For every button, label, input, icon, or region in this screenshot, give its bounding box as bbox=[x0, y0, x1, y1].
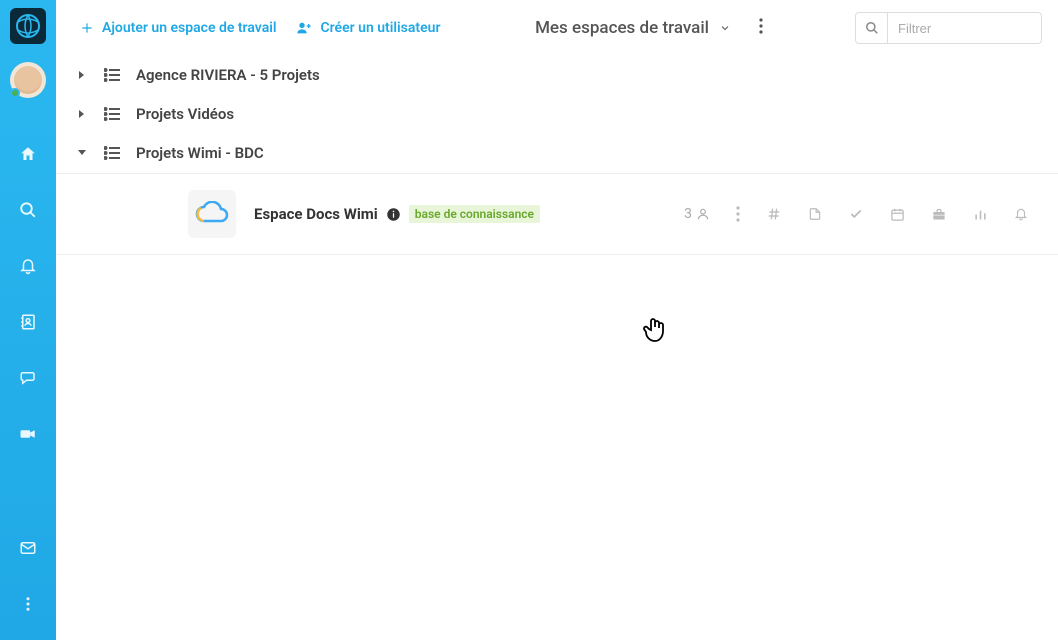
workspace-dropdown[interactable]: Mes espaces de travail bbox=[529, 14, 737, 42]
sidebar-home[interactable] bbox=[0, 126, 56, 182]
category-row[interactable]: Projets Wimi - BDC bbox=[56, 134, 1058, 173]
add-workspace-button[interactable]: Ajouter un espace de travail bbox=[76, 14, 280, 42]
workspace-more-button[interactable] bbox=[736, 206, 740, 222]
chat-icon bbox=[19, 369, 37, 387]
hand-cursor-icon bbox=[642, 316, 668, 348]
video-icon bbox=[19, 425, 37, 443]
app-logo[interactable] bbox=[10, 8, 46, 44]
list-icon bbox=[104, 68, 120, 82]
notifications-button[interactable] bbox=[1014, 206, 1028, 222]
globe-icon bbox=[14, 12, 42, 40]
category-title: Agence RIVIERA - 5 Projets bbox=[136, 66, 320, 84]
bell-icon bbox=[1014, 206, 1028, 222]
plus-icon bbox=[80, 21, 94, 35]
list-icon bbox=[104, 107, 120, 121]
bar-chart-icon bbox=[973, 207, 988, 222]
briefcase-button[interactable] bbox=[931, 207, 947, 222]
category-row[interactable]: Agence RIVIERA - 5 Projets bbox=[56, 56, 1058, 95]
category-title: Projets Wimi - BDC bbox=[136, 144, 264, 162]
bell-icon bbox=[19, 257, 37, 275]
topbar: Ajouter un espace de travail Créer un ut… bbox=[56, 0, 1058, 56]
kebab-icon bbox=[759, 18, 763, 34]
status-indicator bbox=[10, 88, 20, 98]
workspace-actions: 3 bbox=[684, 206, 1038, 222]
cloud-icon bbox=[193, 201, 231, 227]
sidebar-mail[interactable] bbox=[0, 520, 56, 576]
tasks-button[interactable] bbox=[848, 207, 864, 221]
caret-down-icon bbox=[76, 149, 88, 157]
documents-button[interactable] bbox=[808, 206, 822, 222]
workspace-thumbnail bbox=[188, 190, 236, 238]
add-workspace-label: Ajouter un espace de travail bbox=[102, 20, 276, 36]
workspace-list: Agence RIVIERA - 5 Projets Projets Vidéo… bbox=[56, 56, 1058, 640]
home-icon bbox=[19, 145, 37, 163]
check-icon bbox=[848, 207, 864, 221]
create-user-label: Créer un utilisateur bbox=[320, 20, 440, 36]
search-icon bbox=[19, 201, 37, 219]
kebab-icon bbox=[19, 595, 37, 613]
reports-button[interactable] bbox=[973, 207, 988, 222]
sidebar-notifications[interactable] bbox=[0, 238, 56, 294]
kebab-icon bbox=[736, 206, 740, 222]
caret-right-icon bbox=[76, 109, 88, 119]
sidebar-more[interactable] bbox=[0, 576, 56, 632]
user-avatar[interactable] bbox=[10, 62, 46, 98]
sidebar-search[interactable] bbox=[0, 182, 56, 238]
calendar-button[interactable] bbox=[890, 207, 905, 222]
workspace-dropdown-label: Mes espaces de travail bbox=[535, 18, 709, 38]
workspace-name: Espace Docs Wimi bbox=[254, 205, 378, 223]
workspace-row[interactable]: Espace Docs Wimi base de connaissance 3 bbox=[56, 173, 1058, 255]
search-input[interactable] bbox=[887, 12, 1042, 44]
search-button[interactable] bbox=[855, 12, 887, 44]
calendar-icon bbox=[890, 207, 905, 222]
hash-icon bbox=[766, 206, 782, 222]
channel-button[interactable] bbox=[766, 206, 782, 222]
create-user-button[interactable]: Créer un utilisateur bbox=[292, 14, 444, 42]
briefcase-icon bbox=[931, 207, 947, 222]
list-icon bbox=[104, 146, 120, 160]
sidebar-contacts[interactable] bbox=[0, 294, 56, 350]
sidebar-video[interactable] bbox=[0, 406, 56, 462]
category-title: Projets Vidéos bbox=[136, 105, 234, 123]
user-plus-icon bbox=[296, 20, 312, 36]
info-icon[interactable] bbox=[386, 207, 401, 222]
sidebar-chat[interactable] bbox=[0, 350, 56, 406]
file-icon bbox=[808, 206, 822, 222]
address-book-icon bbox=[19, 313, 37, 331]
topbar-more-button[interactable] bbox=[749, 12, 773, 44]
user-icon bbox=[696, 207, 710, 221]
member-count[interactable]: 3 bbox=[684, 206, 710, 222]
chevron-down-icon bbox=[719, 22, 731, 34]
caret-right-icon bbox=[76, 70, 88, 80]
workspace-tag: base de connaissance bbox=[409, 205, 540, 223]
category-row[interactable]: Projets Vidéos bbox=[56, 95, 1058, 134]
sidebar bbox=[0, 0, 56, 640]
search-icon bbox=[865, 21, 879, 35]
mail-icon bbox=[19, 539, 37, 557]
